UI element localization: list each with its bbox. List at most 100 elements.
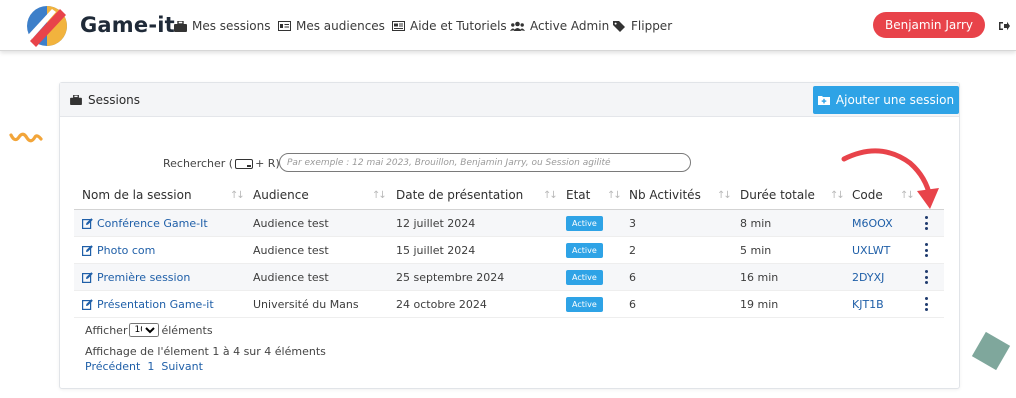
edit-icon <box>82 218 93 229</box>
nav-flipper[interactable]: Flipper <box>613 19 672 33</box>
session-name: Présentation Game-it <box>97 298 214 311</box>
table-row: Conférence Game-It Audience test 12 juil… <box>74 210 944 237</box>
nav-label: Aide et Tutoriels <box>410 19 507 33</box>
add-session-button[interactable]: Ajouter une session <box>813 86 959 114</box>
nav-active-admin[interactable]: Active Admin <box>510 19 609 33</box>
squiggle-decoration <box>9 132 43 143</box>
keyboard-icon <box>235 158 254 169</box>
activities-cell: 6 <box>629 298 636 311</box>
page-length-select[interactable]: 10 <box>129 323 160 337</box>
session-name: Conférence Game-It <box>97 217 208 230</box>
header-date[interactable]: Date de présentation <box>396 188 523 202</box>
navbar: Game-it Mes sessions Mes audiences Aide … <box>0 0 1016 51</box>
activities-cell: 6 <box>629 271 636 284</box>
nav-label: Flipper <box>631 19 673 33</box>
user-menu-button[interactable]: Benjamin Jarry <box>873 12 985 38</box>
search-input[interactable] <box>279 153 691 172</box>
newspaper-icon <box>392 21 405 31</box>
duration-cell: 19 min <box>740 298 779 311</box>
status-badge: Active <box>566 297 603 312</box>
table-row: Première session Audience test 25 septem… <box>74 264 944 291</box>
add-session-label: Ajouter une session <box>835 93 955 107</box>
pagination: Précédent 1 Suivant <box>85 360 203 373</box>
sort-icon[interactable]: ↑↓ <box>372 190 387 201</box>
edit-icon <box>82 299 93 310</box>
session-name-link[interactable]: Présentation Game-it <box>82 298 214 311</box>
date-cell: 24 octobre 2024 <box>396 298 487 311</box>
show-suffix: éléments <box>161 323 213 337</box>
show-prefix: Afficher <box>85 323 128 337</box>
header-audience[interactable]: Audience <box>253 188 309 202</box>
audience-cell: Audience test <box>253 244 329 257</box>
card-title-label: Sessions <box>88 93 141 107</box>
sort-icon[interactable]: ↑↓ <box>607 190 622 201</box>
date-cell: 15 juillet 2024 <box>396 244 476 257</box>
row-actions-icon[interactable] <box>922 216 930 230</box>
logout-icon[interactable] <box>999 21 1010 31</box>
table-row: Photo com Audience test 15 juillet 2024 … <box>74 237 944 264</box>
search-label-prefix: Rechercher ( <box>163 157 234 170</box>
row-actions-icon[interactable] <box>922 243 930 257</box>
sort-icon[interactable]: ↑↓ <box>717 190 732 201</box>
session-name-link[interactable]: Photo com <box>82 244 155 257</box>
status-badge: Active <box>566 270 603 285</box>
nav-mes-sessions[interactable]: Mes sessions <box>174 19 270 33</box>
nav-aide-tutoriels[interactable]: Aide et Tutoriels <box>392 19 507 33</box>
annotation-arrow <box>841 148 939 209</box>
sessions-card: Sessions Ajouter une session Rechercher … <box>59 82 960 389</box>
audience-cell: Université du Mans <box>253 298 359 311</box>
row-actions-icon[interactable] <box>922 297 930 311</box>
tags-icon <box>613 20 625 32</box>
status-badge: Active <box>566 216 603 231</box>
code-cell[interactable]: 2DYXJ <box>852 271 884 284</box>
audience-cell: Audience test <box>253 217 329 230</box>
header-duree[interactable]: Durée totale <box>740 188 815 202</box>
folder-plus-icon <box>817 96 830 105</box>
code-cell[interactable]: M6OOX <box>852 217 893 230</box>
previous-page-link[interactable]: Précédent <box>85 360 140 373</box>
page-length-control: Afficher 10 éléments <box>85 323 213 337</box>
brand-name[interactable]: Game-it <box>80 13 175 37</box>
row-actions-icon[interactable] <box>922 270 930 284</box>
session-name-link[interactable]: Conférence Game-It <box>82 217 208 230</box>
duration-cell: 16 min <box>740 271 779 284</box>
page-number-link[interactable]: 1 <box>147 360 154 373</box>
search-label: Rechercher ( + R) : <box>163 157 287 170</box>
nav-mes-audiences[interactable]: Mes audiences <box>278 19 385 33</box>
code-cell[interactable]: KJT1B <box>852 298 884 311</box>
session-name: Première session <box>97 271 191 284</box>
date-cell: 12 juillet 2024 <box>396 217 476 230</box>
id-card-icon <box>278 21 291 31</box>
table-row: Présentation Game-it Université du Mans … <box>74 291 944 318</box>
sort-icon[interactable]: ↑↓ <box>543 190 558 201</box>
nav-label: Mes sessions <box>192 19 271 33</box>
card-header: Sessions Ajouter une session <box>60 83 959 117</box>
header-nom[interactable]: Nom de la session <box>82 188 192 202</box>
edit-icon <box>82 245 93 256</box>
card-title: Sessions <box>70 93 140 107</box>
nav-label: Mes audiences <box>296 19 385 33</box>
audience-cell: Audience test <box>253 271 329 284</box>
date-cell: 25 septembre 2024 <box>396 271 505 284</box>
duration-cell: 5 min <box>740 244 772 257</box>
game-it-logo[interactable] <box>26 5 68 47</box>
table-header: Nom de la session ↑↓ Audience ↑↓ Date de… <box>74 182 944 210</box>
header-activites[interactable]: Nb Activités <box>629 188 701 202</box>
activities-cell: 2 <box>629 244 636 257</box>
table-info: Affichage de l'élement 1 à 4 sur 4 éléme… <box>85 345 326 358</box>
next-page-link[interactable]: Suivant <box>161 360 203 373</box>
users-icon <box>510 21 525 31</box>
sort-icon[interactable]: ↑↓ <box>230 190 245 201</box>
nav-label: Active Admin <box>530 19 610 33</box>
code-cell[interactable]: UXLWT <box>852 244 890 257</box>
briefcase-icon <box>70 95 82 105</box>
square-decoration <box>971 331 1011 371</box>
session-name: Photo com <box>97 244 156 257</box>
activities-cell: 3 <box>629 217 636 230</box>
briefcase-icon <box>174 20 187 32</box>
edit-icon <box>82 272 93 283</box>
status-badge: Active <box>566 243 603 258</box>
header-etat[interactable]: Etat <box>566 188 590 202</box>
duration-cell: 8 min <box>740 217 772 230</box>
session-name-link[interactable]: Première session <box>82 271 190 284</box>
